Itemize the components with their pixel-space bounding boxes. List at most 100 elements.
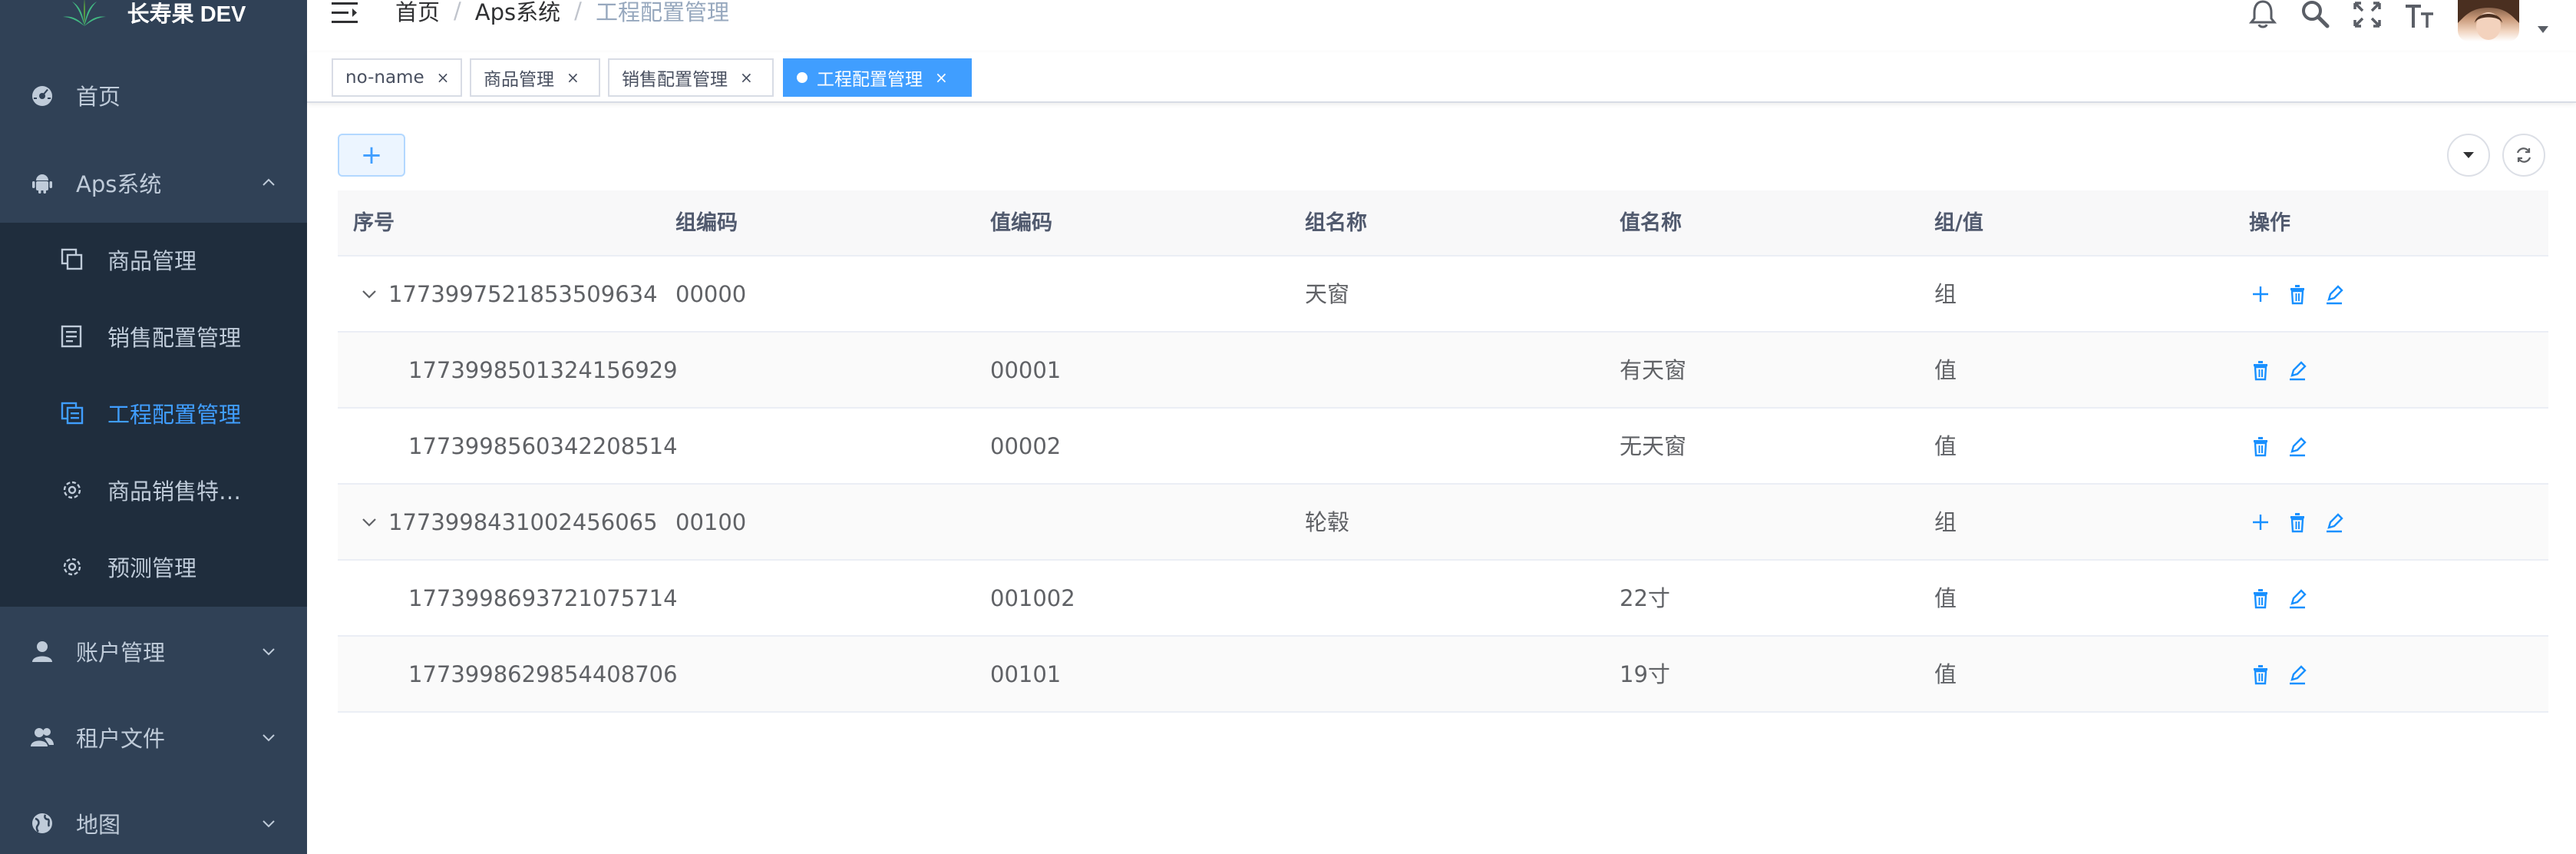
cell-id: 1773998560342208514 xyxy=(408,433,678,459)
breadcrumb-item-aps[interactable]: Aps系统 xyxy=(475,0,560,27)
cell-group-name: 天窗 xyxy=(1305,281,1350,307)
breadcrumb-item-current: 工程配置管理 xyxy=(595,0,729,25)
cell-value-name: 无天窗 xyxy=(1620,433,1687,459)
caret-down-icon[interactable] xyxy=(2537,25,2549,34)
breadcrumb-separator: / xyxy=(574,0,582,24)
delete-button[interactable] xyxy=(2249,663,2272,686)
sidebar-subitem-sales-config[interactable]: 销售配置管理 xyxy=(0,300,307,376)
tag-sales-config[interactable]: 销售配置管理 × xyxy=(608,58,774,97)
edit-icon xyxy=(2286,665,2309,689)
edit-icon xyxy=(2286,361,2309,385)
edit-button[interactable] xyxy=(2323,283,2346,306)
sidebar-subitem-label: 商品销售特… xyxy=(107,478,242,505)
table-row[interactable]: 1773998560342208514 00002 无天窗 值 xyxy=(338,409,2548,485)
table-row[interactable]: 1773997521853509634 00000 天窗 组 xyxy=(338,257,2548,333)
toggle-search-button[interactable] xyxy=(2447,134,2490,177)
chevron-up-icon xyxy=(263,178,275,186)
edit-button[interactable] xyxy=(2286,435,2309,458)
cell-id: 1773998501324156929 xyxy=(408,357,678,383)
column-header-type: 组/值 xyxy=(1934,211,1983,235)
sidebar-subitem-label: 工程配置管理 xyxy=(107,402,242,428)
cell-group-name: 轮毂 xyxy=(1305,509,1350,535)
cell-id: 1773997521853509634 xyxy=(388,281,658,307)
sidebar-item-map[interactable]: 地图 xyxy=(0,783,307,854)
edit-button[interactable] xyxy=(2286,359,2309,382)
sidebar-subitem-label: 销售配置管理 xyxy=(107,325,242,351)
table-row[interactable]: 1773998501324156929 00001 有天窗 值 xyxy=(338,333,2548,409)
add-child-button[interactable] xyxy=(2249,511,2272,534)
sidebar-subitem-engineering-config[interactable]: 工程配置管理 xyxy=(0,376,307,453)
table-body: 1773997521853509634 00000 天窗 组 1773998501324… xyxy=(338,257,2548,713)
edit-button[interactable] xyxy=(2323,511,2346,534)
caret-down-icon xyxy=(2463,152,2474,158)
close-icon[interactable]: × xyxy=(935,68,948,87)
hamburger-menu-icon[interactable] xyxy=(332,0,359,26)
delete-button[interactable] xyxy=(2286,511,2309,534)
sidebar-item-aps[interactable]: Aps系统 xyxy=(0,143,307,223)
bell-icon[interactable] xyxy=(2247,0,2278,29)
sidebar-item-tenant-files[interactable]: 租户文件 xyxy=(0,697,307,777)
delete-button[interactable] xyxy=(2249,359,2272,382)
table-row[interactable]: 1773998693721075714 001002 22寸 值 xyxy=(338,561,2548,637)
edit-button[interactable] xyxy=(2286,587,2309,610)
close-icon[interactable]: × xyxy=(437,68,450,87)
table-row[interactable]: 1773998629854408706 00101 19寸 值 xyxy=(338,637,2548,713)
sidebar-item-home[interactable]: 首页 xyxy=(0,55,307,135)
delete-button[interactable] xyxy=(2249,435,2272,458)
cell-type: 值 xyxy=(1934,357,1957,383)
tag-label: 商品管理 xyxy=(484,70,554,90)
sidebar: 长寿果 DEV 首页 Aps系统 商品管理 销售配置管理 工程配置管理 商品销售… xyxy=(0,0,307,854)
tag-engineering-config[interactable]: 工程配置管理 × xyxy=(783,58,972,97)
cell-group-code: 00000 xyxy=(675,281,747,307)
delete-button[interactable] xyxy=(2249,587,2272,610)
android-icon xyxy=(29,170,55,196)
refresh-button[interactable] xyxy=(2502,134,2545,177)
cell-value-code: 001002 xyxy=(990,585,1075,611)
sidebar-logo[interactable]: 长寿果 DEV xyxy=(0,0,307,35)
add-child-button[interactable] xyxy=(2249,283,2272,306)
plus-icon xyxy=(2249,286,2272,309)
tag-product-management[interactable]: 商品管理 × xyxy=(470,58,600,97)
chevron-down-icon[interactable] xyxy=(359,512,379,532)
delete-button[interactable] xyxy=(2286,283,2309,306)
sidebar-subitem-product[interactable]: 商品管理 xyxy=(0,223,307,300)
add-button[interactable]: + xyxy=(338,134,405,177)
chevron-down-icon[interactable] xyxy=(359,284,379,304)
cell-value-name: 19寸 xyxy=(1620,661,1670,687)
fullscreen-icon[interactable] xyxy=(2352,0,2383,29)
sidebar-subitem-forecast[interactable]: 预测管理 xyxy=(0,530,307,607)
breadcrumb-item-home[interactable]: 首页 xyxy=(395,0,440,27)
plus-icon xyxy=(2249,515,2272,537)
tag-label: 销售配置管理 xyxy=(622,70,728,90)
sidebar-item-account[interactable]: 账户管理 xyxy=(0,611,307,691)
close-icon[interactable]: × xyxy=(740,68,753,87)
tag-no-name[interactable]: no-name × xyxy=(332,58,462,97)
globe-icon xyxy=(29,810,55,836)
avatar[interactable] xyxy=(2458,0,2519,41)
cell-id: 1773998431002456065 xyxy=(388,509,658,535)
cell-id: 1773998693721075714 xyxy=(408,585,678,611)
cell-type: 值 xyxy=(1934,661,1957,687)
submenu-aps: 商品管理 销售配置管理 工程配置管理 商品销售特… 预测管理 xyxy=(0,223,307,607)
gear-icon xyxy=(63,558,81,576)
trash-icon xyxy=(2249,361,2272,385)
close-icon[interactable]: × xyxy=(566,68,580,87)
cell-type: 组 xyxy=(1934,281,1957,307)
edit-button[interactable] xyxy=(2286,663,2309,686)
tag-label: 工程配置管理 xyxy=(817,70,923,90)
trash-icon xyxy=(2249,665,2272,689)
navbar: 首页 / Aps系统 / 工程配置管理 xyxy=(307,0,2576,52)
copy-icon xyxy=(61,248,83,270)
trash-icon xyxy=(2286,285,2309,309)
documentation-icon xyxy=(61,402,84,425)
gear-icon xyxy=(63,481,81,499)
tag-label: no-name xyxy=(345,68,424,88)
font-size-icon[interactable] xyxy=(2404,0,2435,29)
search-icon[interactable] xyxy=(2300,0,2330,29)
column-header-group-code: 组编码 xyxy=(675,211,738,235)
cell-group-code: 00100 xyxy=(675,509,747,535)
cell-value-code: 00002 xyxy=(990,433,1062,459)
column-header-index: 序号 xyxy=(353,211,395,235)
sidebar-subitem-product-sales-feature[interactable]: 商品销售特… xyxy=(0,453,307,530)
table-row[interactable]: 1773998431002456065 00100 轮毂 组 xyxy=(338,485,2548,561)
